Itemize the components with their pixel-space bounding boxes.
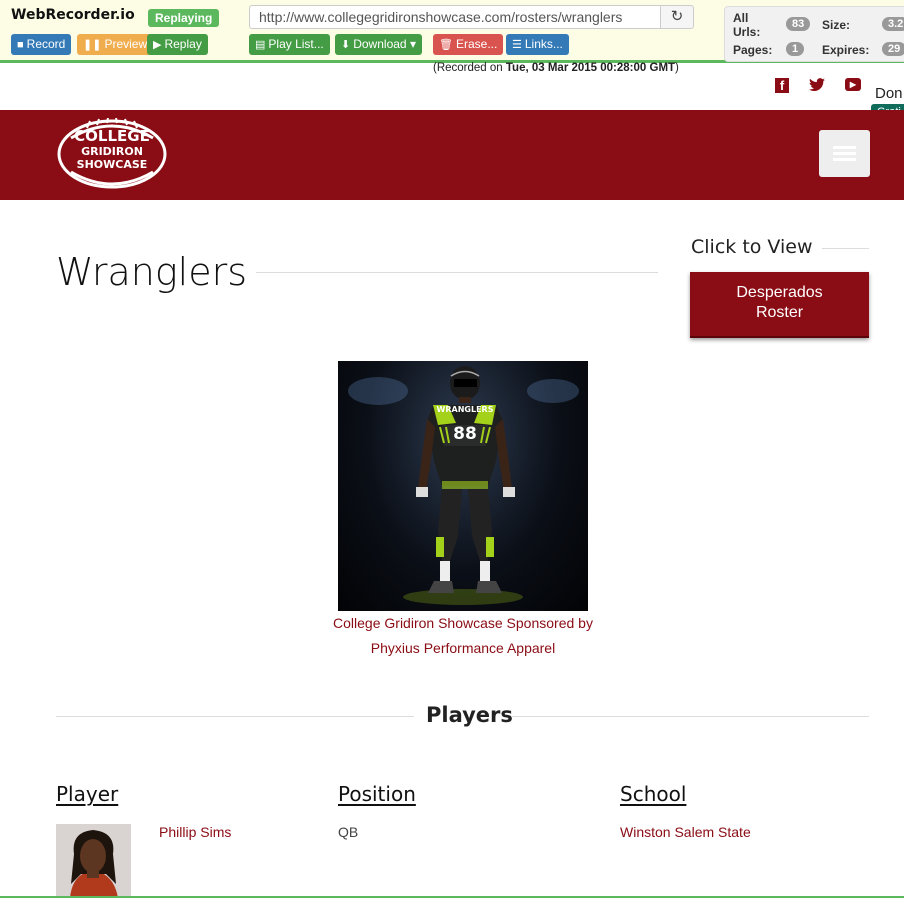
players-heading: Players — [426, 703, 513, 727]
players-divider-right — [511, 716, 869, 717]
size-value: 3.2 — [882, 17, 904, 31]
donate-link[interactable]: Don — [875, 85, 903, 102]
title-divider — [256, 272, 658, 273]
expires-label: Expires: — [822, 43, 870, 57]
column-header-player: Player — [56, 782, 119, 806]
pages-label: Pages: — [733, 43, 773, 57]
twitter-icon[interactable] — [809, 78, 825, 95]
refresh-icon: ↻ — [670, 8, 684, 25]
refresh-button[interactable]: ↻ — [660, 5, 694, 29]
logo-text-college: COLLEGE — [74, 127, 150, 145]
logo-text-showcase: SHOWCASE — [76, 158, 148, 171]
list-icon: ▤ — [255, 39, 266, 51]
size-label: Size: — [822, 18, 851, 32]
recorded-timestamp: (Recorded on Tue, 03 Mar 2015 00:28:00 G… — [433, 62, 679, 74]
pages-count: 1 — [786, 42, 805, 56]
list-icon: ☰ — [512, 39, 522, 51]
jersey-team-name: WRANGLERS — [437, 405, 494, 414]
pause-icon: ❚❚ — [83, 39, 102, 51]
page-title: Wranglers — [56, 250, 248, 294]
menu-toggle-button[interactable] — [819, 130, 870, 177]
erase-button[interactable]: 🗑 Erase... — [433, 34, 504, 55]
facebook-icon[interactable]: f — [775, 78, 789, 93]
all-urls-count: 83 — [786, 17, 811, 31]
links-button[interactable]: ☰ Links... — [506, 34, 569, 55]
column-header-school: School — [620, 782, 687, 806]
record-button[interactable]: ■ Record — [11, 34, 72, 55]
players-divider-left — [56, 716, 414, 717]
replaying-badge: Replaying — [148, 9, 220, 27]
click-to-view-label: Click to View — [691, 236, 813, 258]
sponsor-caption-line1[interactable]: College Gridiron Showcase Sponsored by — [300, 615, 626, 631]
expires-value: 29 — [882, 42, 904, 56]
player-headshot — [56, 824, 131, 898]
recording-stats: All Urls: 83 Size: 3.2 Pages: 1 Expires:… — [724, 6, 904, 62]
desperados-roster-button[interactable]: Desperados Roster — [690, 272, 869, 338]
url-input[interactable]: http://www.collegegridironshowcase.com/r… — [249, 5, 661, 29]
webrecorder-toolbar: WebRecorder.io Replaying ■ Record ❚❚ Previ… — [0, 0, 904, 63]
all-urls-label: All Urls: — [733, 11, 761, 39]
column-header-position: Position — [338, 782, 416, 806]
player-name-link[interactable]: Phillip Sims — [159, 824, 231, 840]
site-logo[interactable]: COLLEGE GRIDIRON SHOWCASE — [57, 117, 167, 190]
preview-button[interactable]: ❚❚ Preview — [77, 34, 154, 55]
logo-text-gridiron: GRIDIRON — [81, 145, 143, 158]
download-icon: ⬇ — [341, 39, 351, 51]
jersey-number: 88 — [453, 424, 477, 444]
player-position: QB — [338, 824, 359, 840]
replay-button[interactable]: ▶ Replay — [147, 34, 208, 55]
download-button[interactable]: ⬇ Download ▾ — [335, 34, 422, 55]
video-camera-icon: ■ — [17, 39, 24, 51]
play-icon: ▶ — [153, 39, 162, 51]
caret-down-icon: ▾ — [409, 37, 416, 51]
youtube-icon[interactable]: ▶ — [845, 78, 861, 91]
playlist-button[interactable]: ▤ Play List... — [249, 34, 330, 55]
team-uniform-photo: WRANGLERS 88 — [338, 361, 588, 611]
webrecorder-logo[interactable]: WebRecorder.io — [11, 7, 135, 23]
sponsor-caption-line2[interactable]: Phyxius Performance Apparel — [300, 640, 626, 656]
click-to-view-divider — [822, 248, 869, 249]
trash-icon: 🗑 — [439, 39, 453, 51]
player-school-link[interactable]: Winston Salem State — [620, 824, 751, 840]
